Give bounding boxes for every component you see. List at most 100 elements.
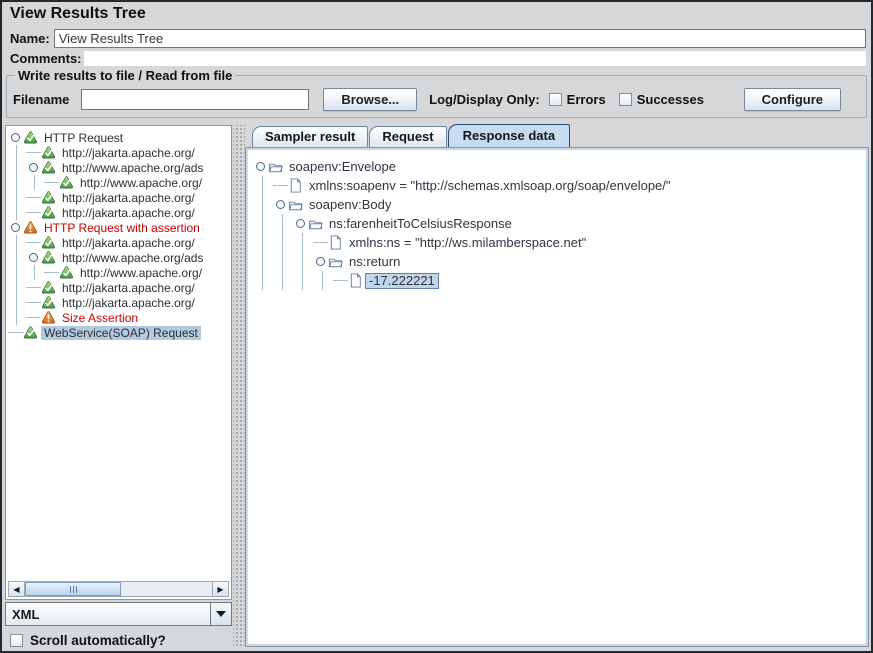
filename-label: Filename (13, 92, 69, 107)
tree-node[interactable]: http://www.apache.org/ (8, 265, 229, 280)
split-pane-divider[interactable] (233, 125, 245, 648)
tree-node[interactable]: xmlns:soapenv = "http://schemas.xmlsoap.… (253, 176, 868, 195)
success-icon (41, 250, 56, 265)
comments-input[interactable] (84, 51, 866, 66)
dropdown-arrow-icon[interactable] (210, 603, 231, 625)
scroll-right-arrow[interactable]: ▶ (212, 582, 228, 596)
tree-node-label: soapenv:Envelope (286, 160, 399, 174)
scrollbar-track[interactable] (25, 582, 212, 596)
scroll-automatically-checkbox[interactable] (10, 634, 23, 647)
tree-node-label: WebService(SOAP) Request (41, 326, 201, 340)
tree-node[interactable]: http://jakarta.apache.org/ (8, 205, 229, 220)
tree-indent-guide (273, 214, 293, 233)
errors-label: Errors (567, 92, 606, 107)
horizontal-scrollbar[interactable]: ◀ ▶ (8, 581, 229, 597)
document-icon (288, 178, 303, 193)
tree-node-label: ns:return (346, 255, 403, 269)
tree-connector (26, 190, 41, 205)
tree-node[interactable]: http://jakarta.apache.org/ (8, 295, 229, 310)
tree-node[interactable]: Size Assertion (8, 310, 229, 325)
success-icon (41, 145, 56, 160)
errors-checkbox[interactable] (549, 93, 562, 106)
response-data-panel: soapenv:Envelope xmlns:soapenv = "http://… (245, 147, 869, 647)
configure-button[interactable]: Configure (744, 88, 841, 111)
name-input[interactable] (54, 29, 866, 48)
expand-handle[interactable] (26, 160, 41, 175)
tree-indent-guide (313, 271, 333, 290)
tab-response-data[interactable]: Response data (448, 124, 570, 147)
scrollbar-thumb[interactable] (25, 582, 121, 596)
expand-handle[interactable] (8, 130, 23, 145)
tree-indent-guide (8, 295, 26, 310)
tree-node-label: xmlns:soapenv = "http://schemas.xmlsoap.… (306, 179, 674, 193)
tree-node[interactable]: xmlns:ns = "http://ws.milamberspace.net" (253, 233, 868, 252)
write-results-group-title: Write results to file / Read from file (15, 68, 235, 83)
scroll-left-arrow[interactable]: ◀ (9, 582, 25, 596)
tree-indent-guide (8, 310, 26, 325)
tree-node[interactable]: http://jakarta.apache.org/ (8, 235, 229, 250)
filename-input[interactable] (81, 89, 309, 110)
log-display-only-label: Log/Display Only: (429, 92, 540, 107)
tree-indent-guide (8, 205, 26, 220)
tree-node-label: http://jakarta.apache.org/ (59, 296, 198, 310)
tree-node-label: Size Assertion (59, 311, 141, 325)
tree-node[interactable]: http://jakarta.apache.org/ (8, 145, 229, 160)
warning-icon (23, 220, 38, 235)
tree-node-label: HTTP Request (41, 131, 126, 145)
format-dropdown[interactable]: XML (5, 602, 232, 626)
tree-indent-guide (8, 265, 26, 280)
expand-handle[interactable] (293, 214, 308, 233)
tree-node[interactable]: ns:return (253, 252, 868, 271)
tree-node[interactable]: HTTP Request with assertion (8, 220, 229, 235)
tree-node[interactable]: ns:farenheitToCelsiusResponse (253, 214, 868, 233)
tab-request[interactable]: Request (369, 126, 446, 147)
scroll-automatically-label: Scroll automatically? (30, 633, 166, 648)
tree-connector (26, 145, 41, 160)
folder-icon (288, 197, 303, 212)
folder-icon (328, 254, 343, 269)
tree-connector (26, 310, 41, 325)
tree-node[interactable]: http://jakarta.apache.org/ (8, 190, 229, 205)
tree-node[interactable]: -17.222221 (253, 271, 868, 290)
expand-handle[interactable] (253, 157, 268, 176)
tree-connector (44, 175, 59, 190)
tab-row: Sampler result Request Response data (245, 125, 869, 147)
tree-node[interactable]: http://www.apache.org/ads (8, 160, 229, 175)
tree-node[interactable]: http://www.apache.org/ (8, 175, 229, 190)
scroll-automatically-row: Scroll automatically? (10, 631, 166, 649)
tree-node[interactable]: http://www.apache.org/ads (8, 250, 229, 265)
tree-indent-guide (26, 175, 44, 190)
file-row: Filename Browse... Log/Display Only: Err… (13, 83, 860, 115)
tree-node-label: http://www.apache.org/ (77, 176, 205, 190)
tree-node-label: xmlns:ns = "http://ws.milamberspace.net" (346, 236, 589, 250)
tree-indent-guide (293, 252, 313, 271)
tree-node[interactable]: http://jakarta.apache.org/ (8, 280, 229, 295)
successes-checkbox[interactable] (619, 93, 632, 106)
browse-button[interactable]: Browse... (323, 88, 417, 111)
tree-node[interactable]: WebService(SOAP) Request (8, 325, 229, 340)
response-xml-tree: soapenv:Envelope xmlns:soapenv = "http://… (246, 148, 868, 290)
expand-handle[interactable] (313, 252, 328, 271)
expand-handle[interactable] (273, 195, 288, 214)
tree-node-label: -17.222221 (366, 274, 438, 288)
tree-connector (8, 325, 23, 340)
results-tree-panel: HTTP Requesthttp://jakarta.apache.org/ht… (5, 125, 232, 600)
tree-node[interactable]: soapenv:Envelope (253, 157, 868, 176)
tree-node-label: http://www.apache.org/ (77, 266, 205, 280)
tree-node-label: http://jakarta.apache.org/ (59, 281, 198, 295)
tab-sampler-result[interactable]: Sampler result (252, 126, 368, 147)
thumb-grip (70, 586, 71, 593)
tree-indent-guide (8, 190, 26, 205)
successes-option: Successes (619, 92, 704, 107)
success-icon (59, 265, 74, 280)
write-results-group: Write results to file / Read from file F… (6, 68, 867, 118)
tree-indent-guide (8, 175, 26, 190)
tree-indent-guide (8, 280, 26, 295)
expand-handle[interactable] (8, 220, 23, 235)
tree-indent-guide (293, 271, 313, 290)
tree-node[interactable]: soapenv:Body (253, 195, 868, 214)
thumb-grip (73, 586, 74, 593)
expand-handle[interactable] (26, 250, 41, 265)
tree-node[interactable]: HTTP Request (8, 130, 229, 145)
success-icon (41, 280, 56, 295)
